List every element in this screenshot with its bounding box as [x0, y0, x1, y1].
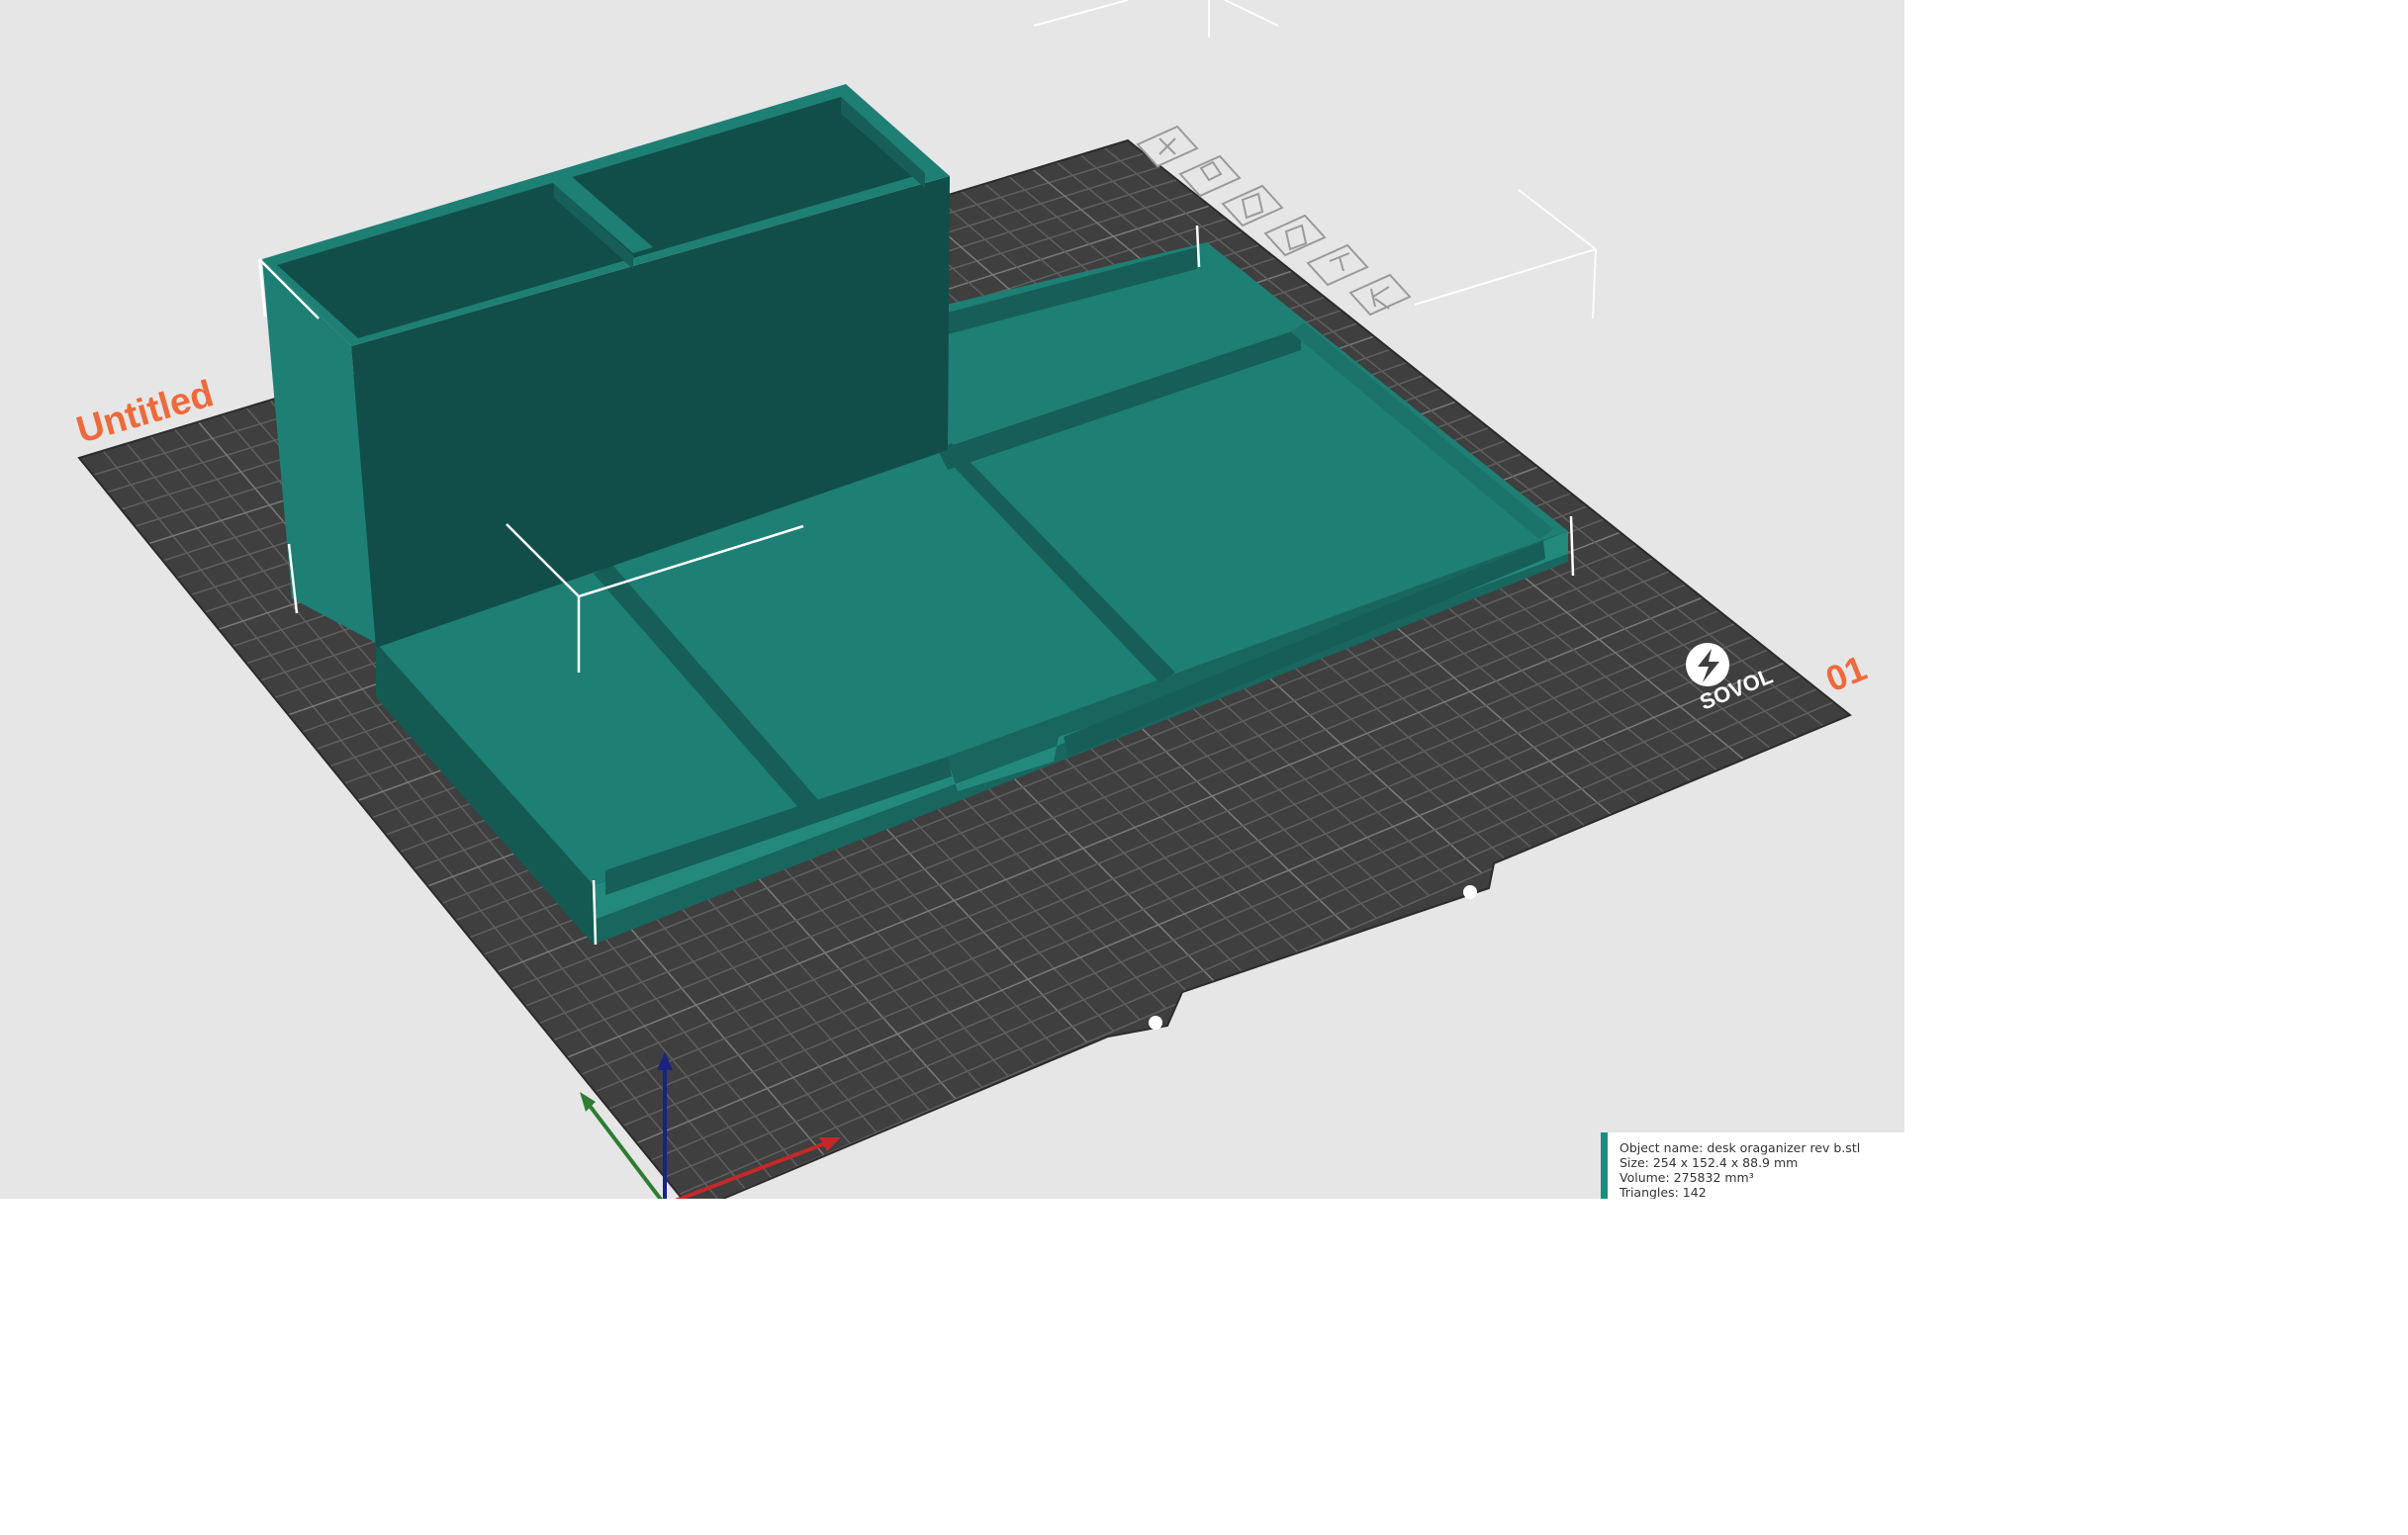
view-left-button[interactable] — [1263, 214, 1327, 257]
plate-number-label: 01 — [1820, 647, 1872, 699]
object-triangles-text: Triangles: 142 — [1620, 1185, 1707, 1199]
scene-canvas[interactable]: Untitled 01 SOVOL — [0, 0, 1904, 1199]
3d-viewport[interactable]: Untitled 01 SOVOL Object name: desk orag… — [0, 0, 1904, 1199]
plate-mount-hole — [1149, 1016, 1162, 1030]
view-back-button[interactable] — [1348, 273, 1412, 316]
plate-mount-hole — [1463, 885, 1477, 899]
view-right-button[interactable] — [1306, 243, 1369, 287]
object-info-panel: Object name: desk oraganizer rev b.stl S… — [1601, 1132, 1904, 1199]
object-name-text: Object name: desk oraganizer rev b.stl — [1620, 1140, 1861, 1155]
view-front-button[interactable] — [1221, 184, 1284, 227]
object-volume-text: Volume: 275832 mm³ — [1620, 1170, 1754, 1185]
object-size-text: Size: 254 x 152.4 x 88.9 mm — [1620, 1155, 1799, 1170]
